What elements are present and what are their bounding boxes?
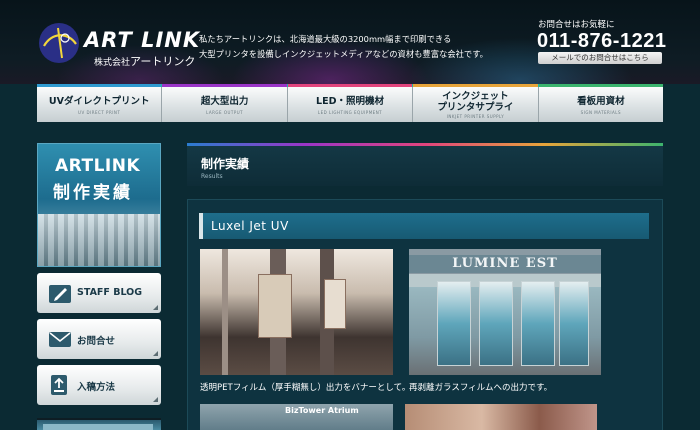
page-title: 制作実績 [201, 157, 250, 171]
nav-color-bar [413, 84, 538, 87]
logo-company-katakana: アートリンク [130, 55, 196, 68]
banner-sign [258, 274, 292, 338]
submission-guide-label: 入稿方法 [77, 382, 116, 393]
nav-item-large-output[interactable]: 超大型出力 LARGE OUTPUT [162, 84, 288, 122]
photo-caption-1: 透明PETフィルム（厚手糊無し）出力をバナーとして。 [200, 383, 411, 393]
contact-label: お問合せ [77, 336, 116, 347]
result-photo-3[interactable]: BizTower Atrium [200, 404, 393, 430]
upload-icon [51, 375, 67, 395]
email-contact-button[interactable]: メールでのお問合せはこちら [538, 52, 662, 64]
corner-arrow-icon [153, 397, 158, 402]
pencil-icon [49, 285, 71, 303]
photo-caption-2: 再剥離ガラスフィルムへの出力です。 [409, 383, 553, 393]
banner-building-image [38, 214, 160, 266]
description-line-1: 私たちアートリンクは、北海道最大級の3200mm幅まで印刷できる [199, 34, 452, 44]
result-photo-2[interactable]: LUMINE EST [409, 249, 601, 375]
nav-item-sign-materials[interactable]: 看板用資材 SIGN MATERIALS [538, 84, 664, 122]
art-link-logo-icon[interactable] [38, 22, 80, 64]
section-heading: Luxel Jet UV [199, 213, 649, 239]
contact-phone-number: 011-876-1221 [537, 30, 667, 52]
glass-door [479, 281, 513, 366]
nav-item-sublabel: LED LIGHTING EQUIPMENT [317, 110, 383, 115]
nav-color-bar [37, 84, 162, 87]
nav-item-label: LED・照明機材 [316, 96, 384, 107]
results-banner[interactable]: ARTLINK 制作実績 [37, 143, 161, 267]
glass-door [437, 281, 471, 366]
nav-color-bar [287, 84, 413, 87]
nav-item-sublabel: LARGE OUTPUT [206, 110, 244, 115]
result-photo-4[interactable] [405, 404, 597, 430]
site-header: ART LINK 株式会社アートリンク 私たちアートリンクは、北海道最大級の32… [0, 0, 700, 84]
glass-door [521, 281, 555, 366]
banner-subtitle: 制作実績 [53, 183, 133, 203]
section-title: Luxel Jet UV [211, 219, 289, 233]
nav-item-label: 看板用資材 [577, 96, 625, 107]
nav-item-led-lighting[interactable]: LED・照明機材 LED LIGHTING EQUIPMENT [287, 84, 414, 122]
envelope-icon [49, 332, 71, 347]
submission-guide-button[interactable]: 入稿方法 [37, 365, 161, 405]
nav-item-uv-direct-print[interactable]: UVダイレクトプリント UV DIRECT PRINT [37, 84, 163, 122]
corner-arrow-icon [153, 351, 158, 356]
logo-wordmark[interactable]: ART LINK [84, 28, 200, 52]
staff-blog-label: STAFF BLOG [77, 287, 143, 298]
result-photo-1[interactable] [200, 249, 393, 375]
nav-item-label: UVダイレクトプリント [48, 96, 150, 107]
store-sign-text: LUMINE EST [409, 255, 601, 273]
page-subtitle: Results [201, 173, 223, 180]
results-heading-panel: 制作実績 Results [187, 143, 663, 186]
building-sign-text: BizTower Atrium [285, 406, 359, 415]
logo-company-prefix: 株式会社 [94, 58, 131, 68]
main-navigation: UVダイレクトプリント UV DIRECT PRINT 超大型出力 LARGE … [37, 84, 664, 122]
banner-image [43, 424, 153, 430]
nav-item-inkjet-supply[interactable]: インクジェット プリンタサプライ INKJET PRINTER SUPPLY [413, 84, 539, 122]
sidebar-bottom-banner[interactable] [37, 418, 161, 430]
corner-arrow-icon [153, 305, 158, 310]
company-description: 私たちアートリンクは、北海道最大級の3200mm幅まで印刷できる 大型プリンタを… [199, 32, 519, 62]
nav-item-sublabel: SIGN MATERIALS [580, 110, 622, 115]
contact-label: お問合せはお気軽に [538, 20, 615, 30]
contact-button[interactable]: お問合せ [37, 319, 161, 359]
description-line-2: 大型プリンタを設備しインクジェットメディアなどの資材も豊富な会社です。 [199, 49, 488, 59]
nav-item-sublabel: INKJET PRINTER SUPPLY [446, 114, 505, 119]
banner-title: ARTLINK [55, 156, 141, 176]
banner-sign [324, 279, 346, 329]
logo-company-name: 株式会社アートリンク [94, 53, 195, 69]
staff-blog-button[interactable]: STAFF BLOG [37, 273, 161, 313]
nav-color-bar [162, 84, 287, 87]
nav-color-bar [538, 84, 664, 87]
nav-item-label: インクジェット プリンタサプライ [437, 91, 514, 113]
nav-item-label: 超大型出力 [200, 96, 249, 107]
glass-door [559, 281, 589, 366]
nav-item-sublabel: UV DIRECT PRINT [78, 110, 121, 115]
